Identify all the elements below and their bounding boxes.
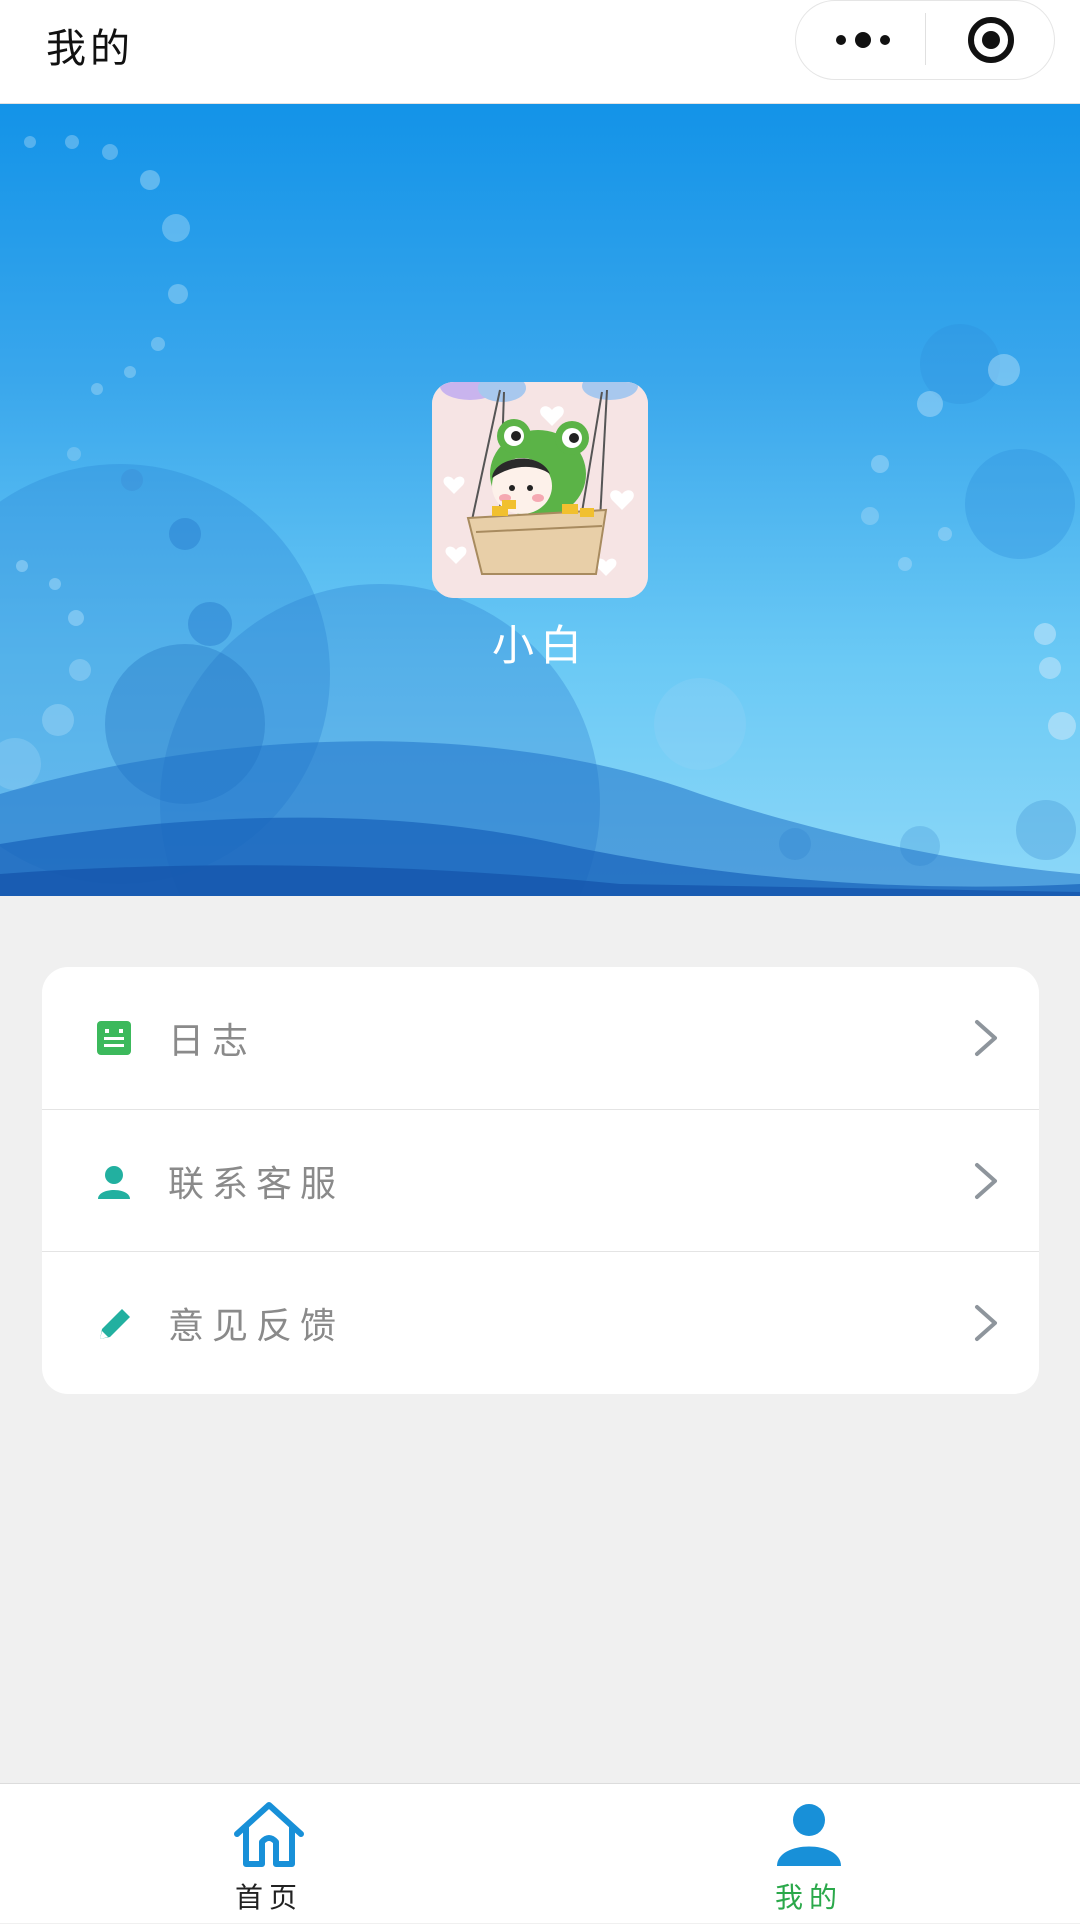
profile-banner: 小白 <box>0 104 1080 896</box>
bottom-tab-bar: 首页 我的 <box>0 1783 1080 1923</box>
menu-item-label: 日志 <box>168 1021 257 1062</box>
username: 小白 <box>491 621 588 670</box>
capsule-divider <box>925 13 926 65</box>
menu-item-log[interactable]: 日志 <box>42 967 1039 1109</box>
menu-item-customer-service[interactable]: 联系客服 <box>42 1109 1039 1251</box>
menu-item-label: 联系客服 <box>168 1163 345 1205</box>
more-dots-icon[interactable] <box>818 13 908 67</box>
chevron-right-icon <box>975 1304 997 1341</box>
chevron-right-icon <box>975 1020 997 1056</box>
user-icon <box>777 1804 841 1866</box>
pencil-icon <box>100 1308 130 1339</box>
tab-label: 首页 <box>234 1881 303 1914</box>
tab-mine[interactable]: 我的 <box>709 1784 909 1924</box>
navigation-bar: 我的 <box>0 0 1080 104</box>
tab-label: 我的 <box>774 1881 843 1914</box>
mini-program-capsule <box>795 0 1055 80</box>
menu-item-feedback[interactable]: 意见反馈 <box>42 1251 1039 1393</box>
chevron-right-icon <box>975 1162 997 1199</box>
menu-card: 日志 联系客服 意见反馈 <box>42 967 1039 1394</box>
menu-item-label: 意见反馈 <box>168 1305 345 1347</box>
tab-home[interactable]: 首页 <box>169 1784 369 1924</box>
home-icon <box>234 1802 304 1867</box>
frog-hood-avatar-image <box>432 382 648 598</box>
page-title: 我的 <box>46 26 134 72</box>
avatar[interactable] <box>432 382 648 598</box>
log-notebook-icon <box>97 1021 131 1055</box>
person-icon <box>98 1165 130 1199</box>
target-circle-icon[interactable] <box>966 15 1016 65</box>
